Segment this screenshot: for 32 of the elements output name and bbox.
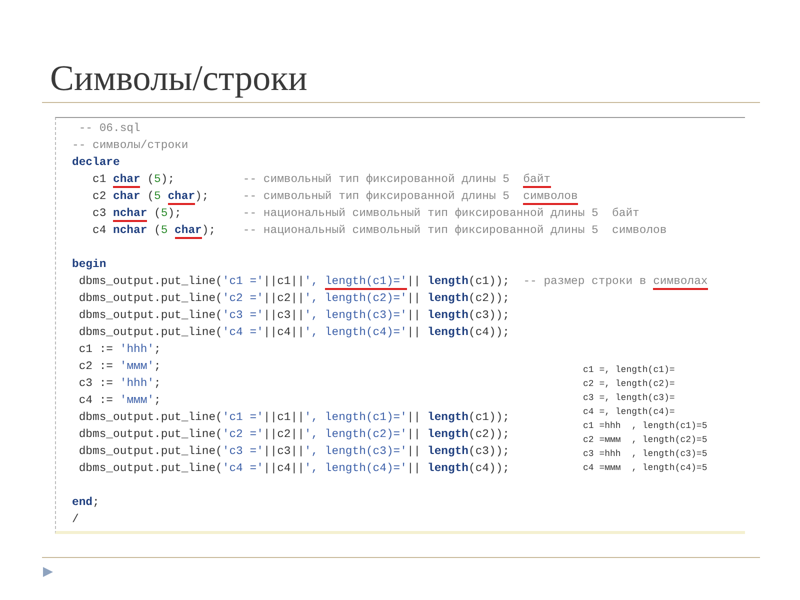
- output-line: c1 =hhh , length(c1)=5: [583, 420, 708, 433]
- output-line: c1 =, length(c1)=: [583, 364, 676, 377]
- code-line: declare: [72, 156, 120, 171]
- code-line: dbms_output.put_line('c2 ='||c2||', length(c2)='|| length(c2));: [78, 292, 510, 307]
- code-line: dbms_output.put_line('c4 ='||c4||', length(c4)='|| length(c4));: [78, 326, 510, 341]
- code-line: dbms_output.put_line('c3 ='||c3||', length(c3)='|| length(c3));: [78, 444, 510, 460]
- code-line: -- символы/строки: [72, 138, 188, 154]
- output-line: c3 =hhh , length(c3)=5: [583, 448, 708, 461]
- code-line: dbms_output.put_line('c1 ='||c1||', length(c1)='|| length(c1));: [78, 410, 510, 426]
- triangle-bullet-icon: [42, 566, 54, 578]
- code-line: begin: [72, 258, 106, 273]
- code-line: c3 := 'hhh';: [78, 376, 161, 392]
- output-line: c2 =ммм , length(c2)=5: [583, 434, 708, 447]
- code-line: /: [72, 512, 79, 528]
- code-line: c4 := 'ммм';: [78, 394, 161, 409]
- slide-title: Символы/строки: [50, 58, 308, 98]
- output-line: c3 =, length(c3)=: [583, 392, 676, 405]
- code-line: c3 nchar (5); -- национальный символьный тип фиксированной длины 5 байт: [92, 206, 640, 223]
- output-line: c2 =, length(c2)=: [583, 378, 676, 391]
- code-line: -- 06.sql: [78, 122, 140, 137]
- code-line: c2 char (5 char); -- символьный тип фиксированной длины 5 символов: [92, 190, 578, 206]
- code-line: dbms_output.put_line('c1 ='||c1||', length(c1)='|| length(c1)); -- размер строки в символах: [78, 274, 708, 291]
- code-line: dbms_output.put_line('c2 ='||c2||', length(c2)='|| length(c2));: [78, 428, 510, 443]
- code-line: dbms_output.put_line('c3 ='||c3||', length(c3)='|| length(c3));: [78, 308, 510, 324]
- code-line: end;: [72, 496, 100, 511]
- code-line: c4 nchar (5 char); -- национальный символьный тип фиксированной длины 5 символов: [92, 224, 667, 240]
- code-line: dbms_output.put_line('c4 ='||c4||', length(c4)='|| length(c4));: [78, 462, 510, 477]
- output-line: c4 =ммм , length(c4)=5: [583, 462, 708, 475]
- code-line: c1 char (5); -- символьный тип фиксированной длины 5 байт: [92, 172, 551, 189]
- code-line: c1 := 'hhh';: [78, 342, 161, 358]
- output-line: c4 =, length(c4)=: [583, 406, 676, 419]
- code-line: c2 := 'ммм';: [78, 360, 161, 375]
